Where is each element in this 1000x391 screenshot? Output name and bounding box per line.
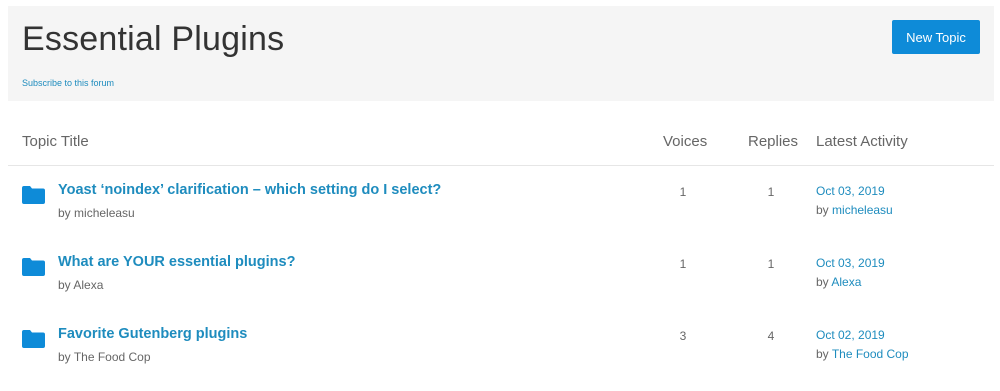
column-header-replies: Replies bbox=[748, 133, 799, 150]
activity-date-link[interactable]: Oct 03, 2019 bbox=[816, 256, 885, 270]
topic-author: by Alexa bbox=[58, 278, 103, 292]
activity-user-link[interactable]: The Food Cop bbox=[832, 347, 909, 361]
topic-row: Yoast ‘noindex’ clarification – which se… bbox=[8, 170, 994, 241]
author-prefix: by bbox=[58, 350, 71, 364]
topic-title-link[interactable]: Favorite Gutenberg plugins bbox=[58, 326, 247, 342]
folder-icon bbox=[22, 186, 45, 204]
column-header-voices: Voices bbox=[663, 133, 708, 150]
topic-author: by The Food Cop bbox=[58, 350, 151, 364]
replies-count: 1 bbox=[767, 257, 775, 271]
activity-date-link[interactable]: Oct 02, 2019 bbox=[816, 328, 885, 342]
activity-user-link[interactable]: Alexa bbox=[831, 275, 861, 289]
activity-by-prefix: by bbox=[816, 347, 829, 361]
author-name: The Food Cop bbox=[73, 350, 151, 364]
activity-by: by micheleasu bbox=[816, 203, 893, 217]
column-header-topic-title: Topic Title bbox=[22, 133, 89, 150]
topic-table-header: Topic Title Voices Replies Latest Activi… bbox=[8, 124, 994, 166]
author-name: micheleasu bbox=[74, 206, 135, 220]
forum-header: Essential Plugins Subscribe to this foru… bbox=[8, 6, 994, 101]
voices-count: 1 bbox=[679, 257, 687, 271]
topic-title-link[interactable]: Yoast ‘noindex’ clarification – which se… bbox=[58, 182, 441, 198]
topic-title-link[interactable]: What are YOUR essential plugins? bbox=[58, 254, 295, 270]
new-topic-button[interactable]: New Topic bbox=[892, 20, 980, 54]
author-prefix: by bbox=[58, 278, 71, 292]
folder-icon bbox=[22, 330, 45, 348]
voices-count: 3 bbox=[679, 329, 687, 343]
voices-count: 1 bbox=[679, 185, 687, 199]
topic-row: What are YOUR essential plugins? by Alex… bbox=[8, 242, 994, 313]
page-title: Essential Plugins bbox=[22, 20, 285, 58]
activity-by: by Alexa bbox=[816, 275, 861, 289]
folder-icon bbox=[22, 258, 45, 276]
topic-row: Favorite Gutenberg plugins by The Food C… bbox=[8, 314, 994, 385]
column-header-latest-activity: Latest Activity bbox=[816, 133, 908, 150]
replies-count: 4 bbox=[767, 329, 775, 343]
activity-by-prefix: by bbox=[816, 203, 829, 217]
activity-date-link[interactable]: Oct 03, 2019 bbox=[816, 184, 885, 198]
author-name: Alexa bbox=[73, 278, 104, 292]
activity-user-link[interactable]: micheleasu bbox=[832, 203, 893, 217]
activity-by: by The Food Cop bbox=[816, 347, 909, 361]
topic-author: by micheleasu bbox=[58, 206, 135, 220]
replies-count: 1 bbox=[767, 185, 775, 199]
activity-by-prefix: by bbox=[816, 275, 829, 289]
author-prefix: by bbox=[58, 206, 71, 220]
subscribe-link[interactable]: Subscribe to this forum bbox=[22, 78, 114, 88]
